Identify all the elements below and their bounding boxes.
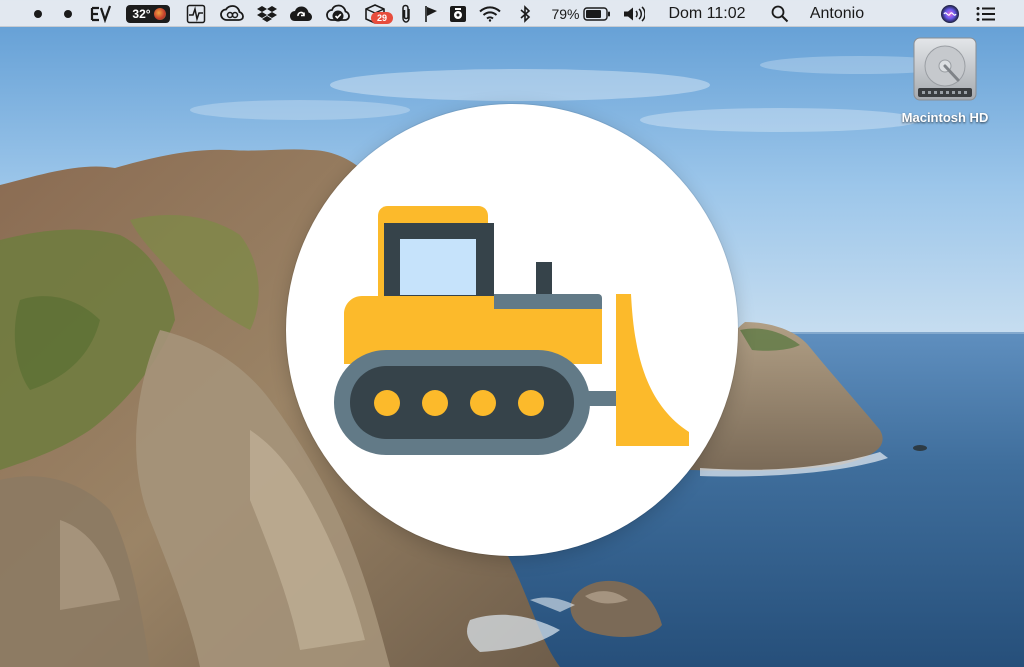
spotlight-search-icon[interactable] (766, 0, 794, 27)
volume-icon[interactable] (620, 0, 648, 27)
clock[interactable]: Dom 11:02 (660, 0, 754, 27)
cloud-check-icon[interactable] (324, 0, 352, 27)
battery-icon (582, 6, 610, 21)
hard-drive-icon (913, 37, 977, 101)
weather-widget[interactable]: 32° (122, 0, 174, 27)
notification-badge: 29 (371, 12, 393, 24)
ev-app-icon[interactable] (88, 0, 114, 27)
creative-cloud-icon[interactable] (218, 0, 246, 27)
macintosh-hd-label: Macintosh HD (901, 110, 989, 125)
app-icon-overlay (286, 104, 738, 556)
user-menu[interactable]: Antonio (802, 0, 872, 27)
macintosh-hd-desktop-icon[interactable]: Macintosh HD (880, 36, 1010, 146)
activity-monitor-icon[interactable] (182, 0, 210, 27)
battery-status[interactable]: 79% (548, 0, 614, 27)
bulldozer-icon (334, 206, 689, 455)
status-dot-icon[interactable] (58, 0, 78, 27)
clock-text: Dom 11:02 (668, 4, 746, 22)
siri-icon[interactable] (936, 0, 964, 27)
desktop: Macintosh HD (0, 0, 1024, 667)
bolt-flag-icon[interactable] (420, 0, 442, 27)
status-dot-icon[interactable] (28, 0, 48, 27)
notification-center-icon[interactable] (972, 0, 1000, 27)
battery-percent-text: 79% (551, 5, 580, 22)
notifications-app-icon[interactable]: 29 (360, 0, 393, 27)
user-name-text: Antonio (809, 4, 865, 22)
wifi-icon[interactable] (476, 0, 504, 27)
temperature-text: 32° (132, 6, 151, 21)
dropbox-icon[interactable] (254, 0, 280, 27)
weather-icon (153, 7, 166, 20)
menu-bar: 32° 29 79% Dom 11:02 Antonio (0, 0, 1024, 27)
bluetooth-icon[interactable] (514, 0, 536, 27)
paperclip-icon[interactable] (396, 0, 416, 27)
cloud-sync-icon[interactable] (288, 0, 314, 27)
disk-util-icon[interactable] (446, 0, 470, 27)
